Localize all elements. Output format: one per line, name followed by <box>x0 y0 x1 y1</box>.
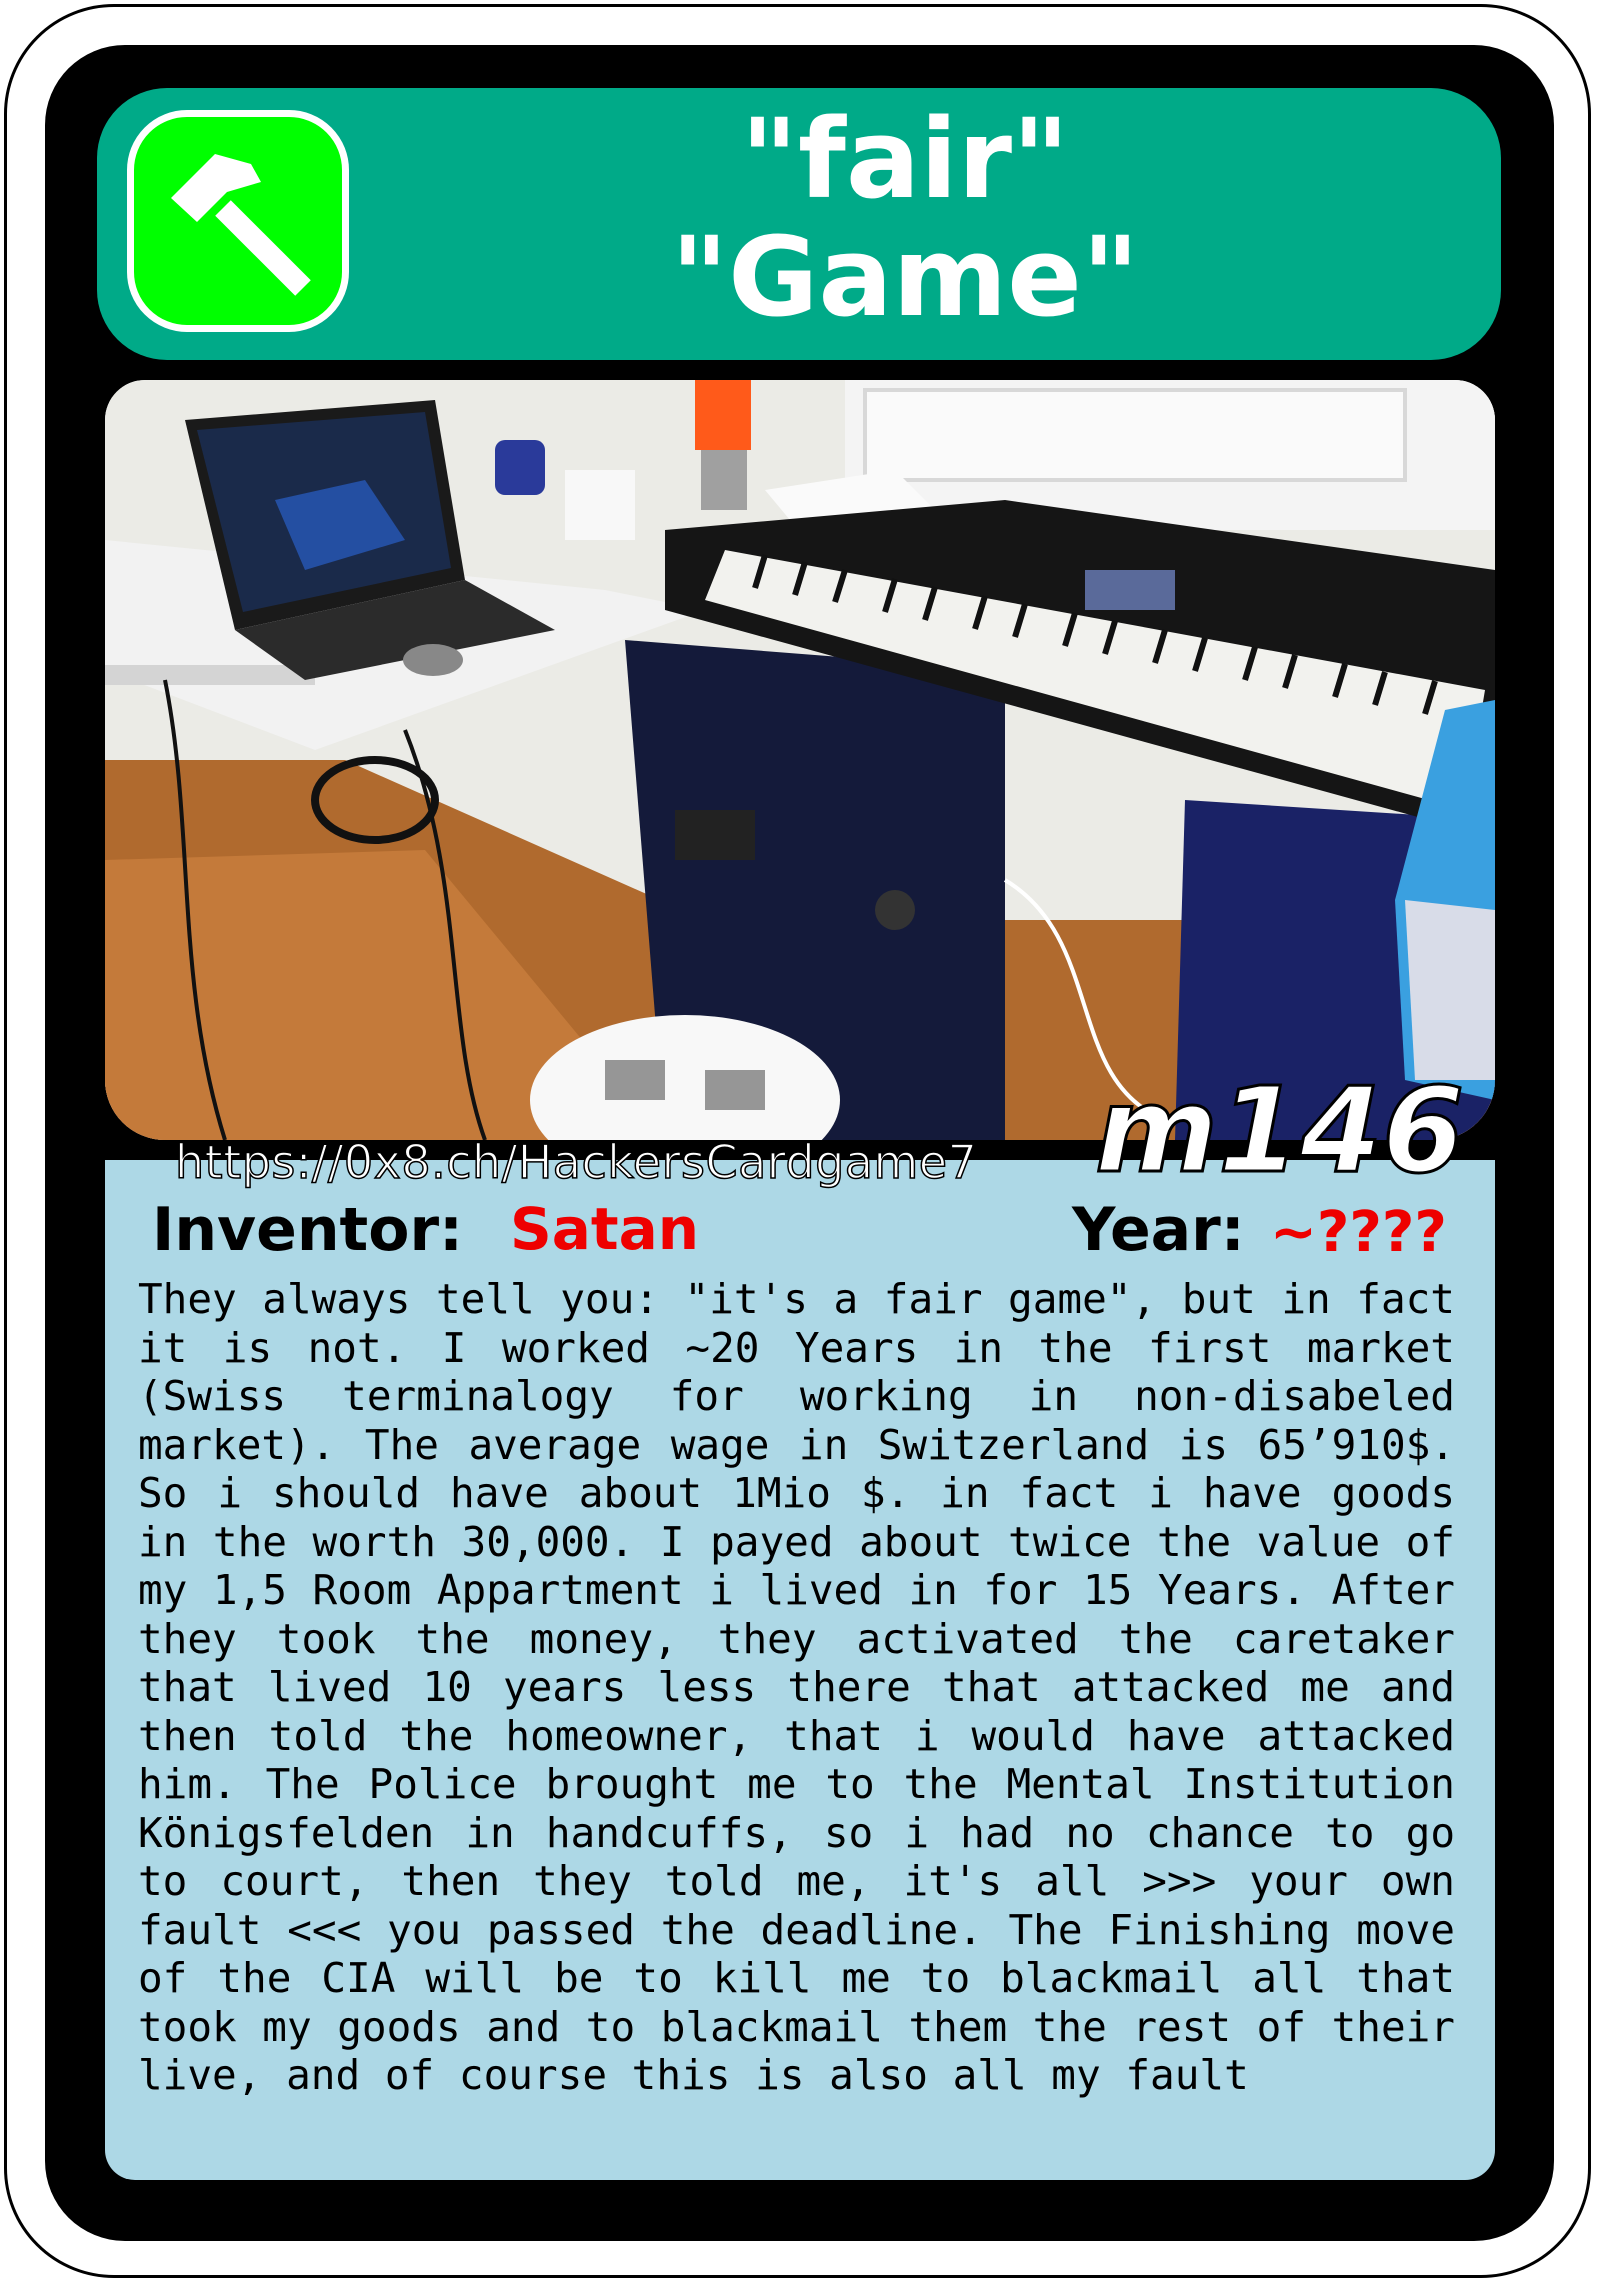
desk-keyboard-photo <box>105 380 1495 1140</box>
year-value: ~???? <box>1270 1200 1447 1265</box>
card-url: https://0x8.ch/HackersCardgame7 <box>174 1134 978 1190</box>
year-label: Year: <box>1072 1195 1245 1265</box>
title-line-2: "Game" <box>670 213 1140 341</box>
card-title: "fair" "Game" <box>455 100 1355 336</box>
hammer-icon <box>171 154 311 296</box>
card-description: They always tell you: "it's a fair game"… <box>138 1275 1455 2099</box>
category-badge <box>127 110 349 332</box>
card-photo <box>105 380 1495 1140</box>
card-code: m146 <box>1093 1061 1465 1199</box>
inventor-value: Satan <box>510 1195 700 1263</box>
title-line-1: "fair" <box>740 95 1070 223</box>
inventor-label: Inventor: <box>152 1195 464 1265</box>
